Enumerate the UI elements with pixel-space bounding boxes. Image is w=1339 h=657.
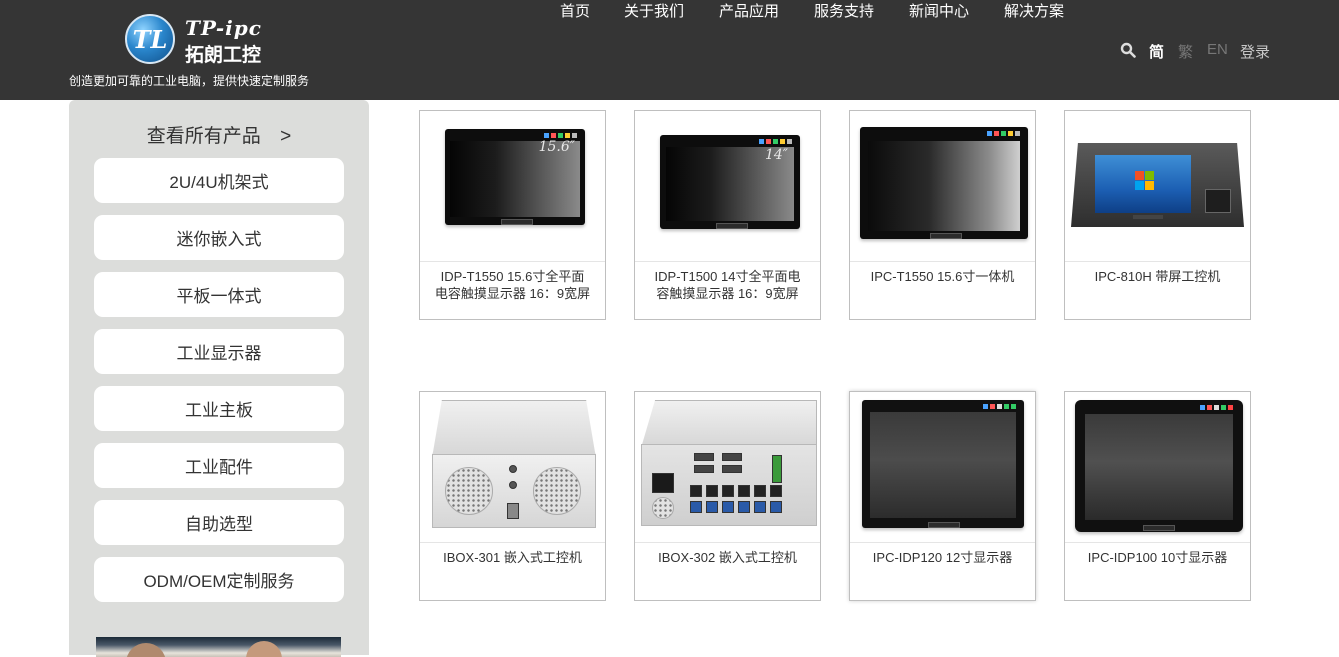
search-icon[interactable]: [1120, 42, 1136, 58]
product-image: 14″: [635, 111, 820, 261]
nav-solutions[interactable]: 解决方案: [1004, 0, 1064, 21]
chevron-right-icon: >: [280, 126, 292, 147]
slogan: 创造更加可靠的工业电脑，提供快速定制服务: [69, 74, 310, 88]
product-image: [420, 392, 605, 542]
screen-size-label: 15.6″: [538, 139, 575, 155]
lang-english[interactable]: EN: [1207, 41, 1228, 58]
product-card[interactable]: IBOX-302 嵌入式工控机: [634, 391, 821, 601]
product-card[interactable]: IPC-IDP100 10寸显示器: [1064, 391, 1251, 601]
product-image: 15.6″: [420, 111, 605, 261]
category-rack[interactable]: 2U/4U机架式: [94, 158, 344, 203]
lang-traditional[interactable]: 繁: [1178, 41, 1193, 62]
product-title: IPC-IDP120 12寸显示器: [872, 550, 1013, 565]
product-title: IBOX-301 嵌入式工控机: [443, 550, 582, 565]
category-accessories[interactable]: 工业配件: [94, 443, 344, 488]
product-image: [635, 392, 820, 542]
screen-size-label: 14″: [764, 147, 788, 163]
product-title: IDP-T1500 14寸全平面电 容触摸显示器 16：9宽屏: [654, 269, 801, 301]
product-title: IBOX-302 嵌入式工控机: [658, 550, 797, 565]
product-title: IPC-810H 带屏工控机: [1094, 269, 1221, 284]
nav-about[interactable]: 关于我们: [624, 0, 684, 21]
product-card[interactable]: IPC-810H 带屏工控机: [1064, 110, 1251, 320]
site-header: TL TP-ipc 拓朗工控 创造更加可靠的工业电脑，提供快速定制服务 首页 关…: [0, 0, 1339, 100]
sidebar-title-text: 查看所有产品: [146, 126, 261, 147]
logo-cn: 拓朗工控: [185, 45, 262, 66]
category-sidebar: 查看所有产品 > 2U/4U机架式 迷你嵌入式 平板一体式 工业显示器 工业主板…: [69, 100, 369, 657]
nav-news[interactable]: 新闻中心: [909, 0, 969, 21]
product-card[interactable]: IBOX-301 嵌入式工控机: [419, 391, 606, 601]
lang-simplified[interactable]: 简: [1149, 41, 1164, 62]
category-self-selection[interactable]: 自助选型: [94, 500, 344, 545]
product-title: IDP-T1550 15.6寸全平面 电容触摸显示器 16：9宽屏: [434, 269, 591, 301]
logo[interactable]: TL TP-ipc 拓朗工控: [125, 14, 265, 66]
product-image: [850, 111, 1035, 261]
product-title: IPC-IDP100 10寸显示器: [1087, 550, 1228, 565]
product-card[interactable]: IPC-IDP120 12寸显示器: [849, 391, 1036, 601]
sidebar-banner-image[interactable]: [96, 637, 341, 657]
view-all-products-link[interactable]: 查看所有产品 >: [69, 121, 369, 148]
product-card[interactable]: IPC-T1550 15.6寸一体机: [849, 110, 1036, 320]
product-card[interactable]: 15.6″ IDP-T1550 15.6寸全平面 电容触摸显示器 16：9宽屏: [419, 110, 606, 320]
category-industrial-display[interactable]: 工业显示器: [94, 329, 344, 374]
logo-en: TP-ipc: [185, 16, 262, 40]
category-odm-oem[interactable]: ODM/OEM定制服务: [94, 557, 344, 602]
category-motherboard[interactable]: 工业主板: [94, 386, 344, 431]
nav-support[interactable]: 服务支持: [814, 0, 874, 21]
category-panel-pc[interactable]: 平板一体式: [94, 272, 344, 317]
nav-products[interactable]: 产品应用: [719, 0, 779, 21]
product-image: [1065, 392, 1250, 542]
nav-home[interactable]: 首页: [560, 0, 590, 21]
category-mini-embedded[interactable]: 迷你嵌入式: [94, 215, 344, 260]
login-link[interactable]: 登录: [1240, 41, 1270, 62]
product-image: [1065, 111, 1250, 261]
logo-mark: TL: [125, 14, 175, 64]
product-card[interactable]: 14″ IDP-T1500 14寸全平面电 容触摸显示器 16：9宽屏: [634, 110, 821, 320]
product-image: [850, 392, 1035, 542]
product-title: IPC-T1550 15.6寸一体机: [870, 269, 1015, 284]
